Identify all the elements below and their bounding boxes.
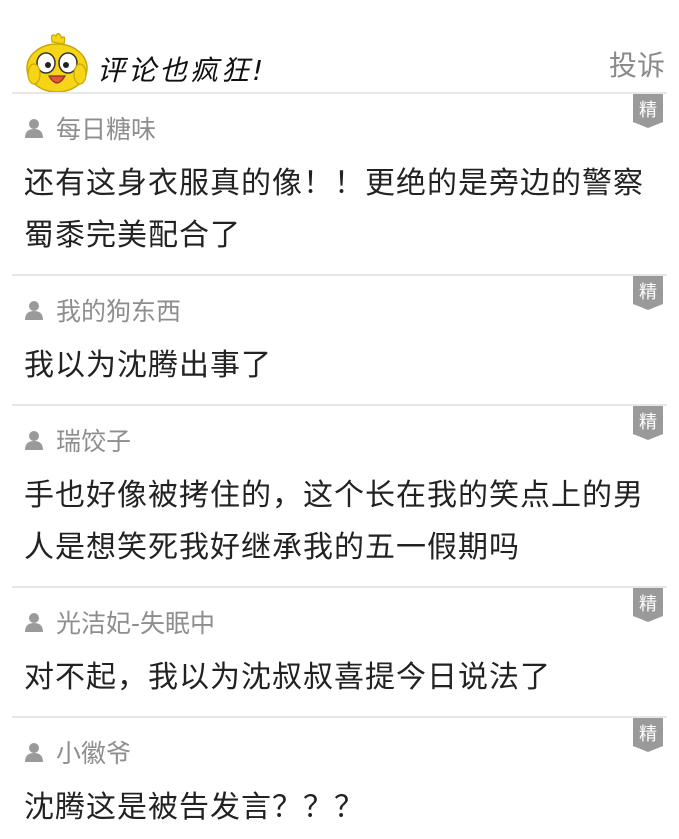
comment-item: 精 每日糖味 还有这身衣服真的像！！更绝的是旁边的警察蜀黍完美配合了 bbox=[12, 94, 667, 276]
comment-item: 精 瑞饺子 手也好像被拷住的，这个长在我的笑点上的男人是想笑死我好继承我的五一假… bbox=[12, 406, 667, 588]
comment-text: 还有这身衣服真的像！！更绝的是旁边的警察蜀黍完美配合了 bbox=[24, 166, 644, 253]
comment-user-row: 瑞饺子 bbox=[24, 424, 131, 456]
comment-user-row: 每日糖味 bbox=[24, 112, 156, 144]
comment-text: 我以为沈腾出事了 bbox=[24, 348, 272, 383]
comment-item: 精 光洁妃-失眠中 对不起，我以为沈叔叔喜提今日说法了 bbox=[12, 588, 667, 718]
featured-badge-label: 精 bbox=[639, 282, 657, 303]
user-icon bbox=[25, 613, 43, 632]
comment-item: 精 我的狗东西 我以为沈腾出事了 bbox=[12, 276, 667, 406]
comment-username[interactable]: 小徽爷 bbox=[56, 734, 131, 770]
comment-user-row: 小徽爷 bbox=[24, 736, 131, 768]
user-icon bbox=[25, 743, 43, 762]
featured-badge: 精 bbox=[633, 276, 663, 310]
comment-item: 精 小徽爷 沈腾这是被告发言？？？ bbox=[12, 718, 667, 839]
featured-badge-label: 精 bbox=[639, 412, 657, 433]
comment-user-row: 光洁妃-失眠中 bbox=[24, 606, 215, 638]
featured-badge-label: 精 bbox=[639, 100, 657, 121]
featured-badge: 精 bbox=[633, 718, 663, 752]
comment-username[interactable]: 每日糖味 bbox=[56, 110, 156, 146]
featured-badge-label: 精 bbox=[639, 594, 657, 615]
comments-header: 评论也疯狂! 投诉 bbox=[0, 0, 679, 92]
featured-badge: 精 bbox=[633, 94, 663, 128]
featured-badge: 精 bbox=[633, 588, 663, 622]
user-icon bbox=[25, 301, 43, 320]
comment-user-row: 我的狗东西 bbox=[24, 294, 181, 326]
featured-badge: 精 bbox=[633, 406, 663, 440]
report-button[interactable]: 投诉 bbox=[609, 44, 665, 84]
featured-badge-label: 精 bbox=[639, 724, 657, 745]
comment-text: 手也好像被拷住的，这个长在我的笑点上的男人是想笑死我好继承我的五一假期吗 bbox=[24, 478, 644, 565]
user-icon bbox=[25, 119, 43, 138]
header-title: 评论也疯狂! bbox=[97, 54, 267, 87]
comment-username[interactable]: 瑞饺子 bbox=[56, 422, 131, 458]
comment-text: 对不起，我以为沈叔叔喜提今日说法了 bbox=[24, 660, 551, 695]
comment-username[interactable]: 光洁妃-失眠中 bbox=[56, 604, 215, 640]
comment-username[interactable]: 我的狗东西 bbox=[56, 292, 181, 328]
user-icon bbox=[25, 431, 43, 450]
comment-text: 沈腾这是被告发言？？？ bbox=[24, 790, 365, 825]
mascot-chick-icon bbox=[26, 32, 88, 92]
